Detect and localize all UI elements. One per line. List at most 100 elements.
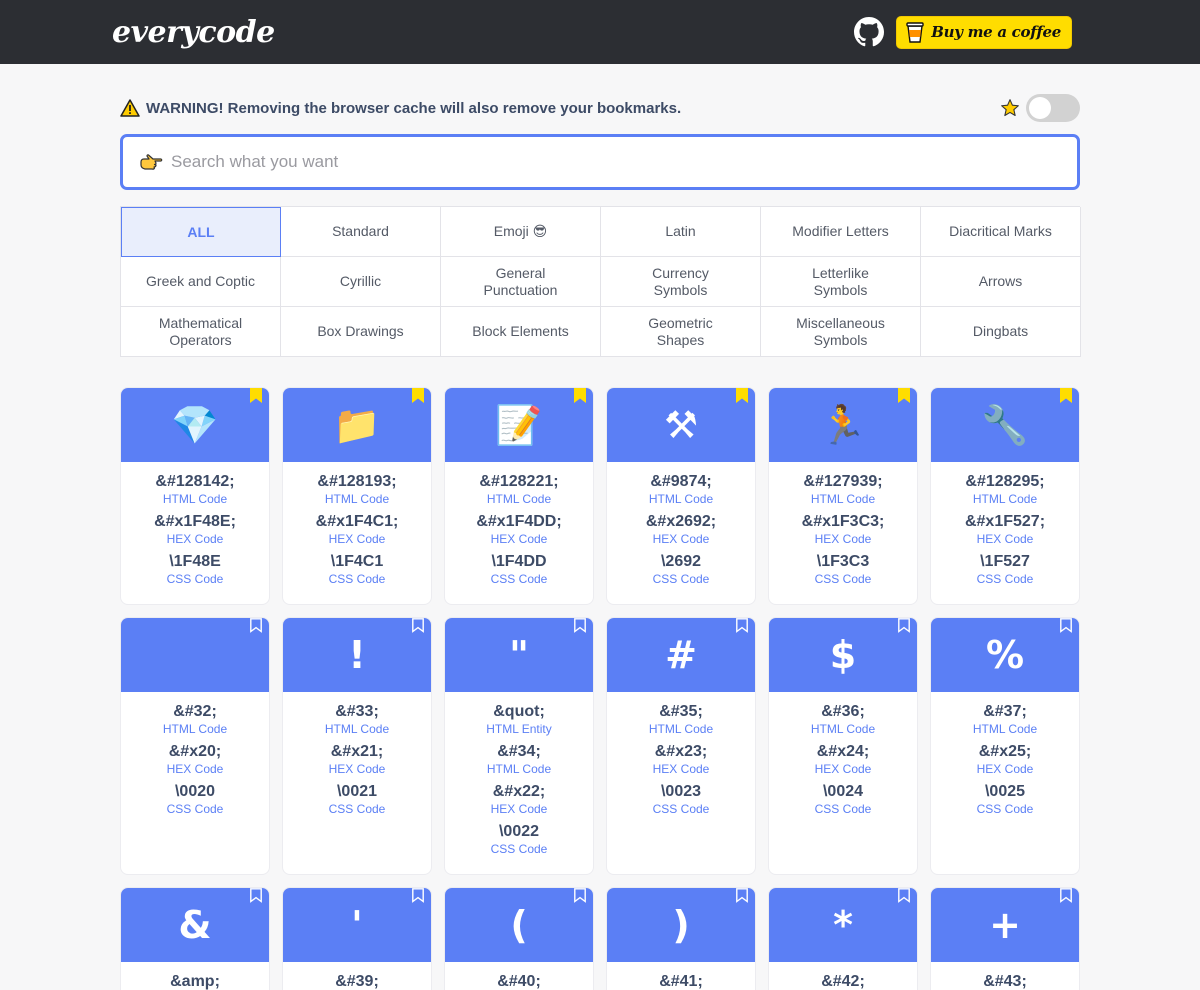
category-7[interactable]: Cyrillic	[281, 257, 441, 307]
code-value[interactable]: \0022	[449, 822, 589, 842]
category-11[interactable]: Arrows	[921, 257, 1081, 307]
code-value[interactable]: &amp;	[125, 972, 265, 990]
character-preview[interactable]: )	[607, 888, 755, 962]
code-value[interactable]: &quot;	[449, 702, 589, 722]
search-input[interactable]	[171, 152, 1051, 172]
code-value[interactable]: &#36;	[773, 702, 913, 722]
code-value[interactable]: &#9874;	[611, 472, 751, 492]
category-2[interactable]: Emoji 😎	[441, 207, 601, 257]
character-card[interactable]: 💎 &#128142; HTML Code &#x1F48E; HEX Code \1F4…	[120, 387, 270, 605]
code-value[interactable]: &#33;	[287, 702, 427, 722]
github-icon[interactable]	[854, 17, 885, 47]
code-value[interactable]: &#42;	[773, 972, 913, 990]
code-value[interactable]: \0023	[611, 782, 751, 802]
bookmark-icon[interactable]	[898, 618, 910, 633]
character-preview[interactable]: %	[931, 618, 1079, 692]
category-9[interactable]: Currency Symbols	[601, 257, 761, 307]
code-value[interactable]: &#128221;	[449, 472, 589, 492]
code-value[interactable]: &#128142;	[125, 472, 265, 492]
code-value[interactable]: &#40;	[449, 972, 589, 990]
code-value[interactable]: &#32;	[125, 702, 265, 722]
code-value[interactable]: &#43;	[935, 972, 1075, 990]
character-card[interactable]: (&#40;HTML Code	[444, 887, 594, 990]
bookmark-icon[interactable]	[412, 388, 424, 403]
bookmark-icon[interactable]	[1060, 618, 1072, 633]
buy-me-a-coffee-button[interactable]: Buy me a coffee	[896, 15, 1072, 49]
bookmark-icon[interactable]	[736, 388, 748, 403]
category-6[interactable]: Greek and Coptic	[121, 257, 281, 307]
bookmark-icon[interactable]	[736, 888, 748, 903]
character-card[interactable]: + &#43;HTML Code	[930, 887, 1080, 990]
code-value[interactable]: &#x24;	[773, 742, 913, 762]
code-value[interactable]: &#x20;	[125, 742, 265, 762]
code-value[interactable]: &#x1F3C3;	[773, 512, 913, 532]
bookmark-icon[interactable]	[574, 618, 586, 633]
character-preview[interactable]: 🏃	[769, 388, 917, 462]
character-preview[interactable]: "	[445, 618, 593, 692]
character-preview[interactable]: !	[283, 618, 431, 692]
code-value[interactable]: &#x22;	[449, 782, 589, 802]
character-card[interactable]: 🔧 &#128295; HTML Code &#x1F527; HEX Code \1F5…	[930, 387, 1080, 605]
category-16[interactable]: Miscellaneous Symbols	[761, 307, 921, 357]
logo[interactable]: everycode	[112, 15, 275, 50]
category-8[interactable]: General Punctuation	[441, 257, 601, 307]
bookmark-icon[interactable]	[898, 888, 910, 903]
character-preview[interactable]: ⚒	[607, 388, 755, 462]
character-preview[interactable]: 💎	[121, 388, 269, 462]
code-value[interactable]: &#37;	[935, 702, 1075, 722]
category-10[interactable]: Letterlike Symbols	[761, 257, 921, 307]
code-value[interactable]: &#x1F4DD;	[449, 512, 589, 532]
code-value[interactable]: &#39;	[287, 972, 427, 990]
character-card[interactable]: ) &#41;HTML Code	[606, 887, 756, 990]
bookmark-icon[interactable]	[250, 888, 262, 903]
category-3[interactable]: Latin	[601, 207, 761, 257]
code-value[interactable]: &#128193;	[287, 472, 427, 492]
character-preview[interactable]: $	[769, 618, 917, 692]
code-value[interactable]: \0025	[935, 782, 1075, 802]
code-value[interactable]: &#35;	[611, 702, 751, 722]
character-preview[interactable]: &	[121, 888, 269, 962]
bookmark-icon[interactable]	[1060, 888, 1072, 903]
character-card[interactable]: &#32; HTML Code &#x20; HEX Code \0020 CSS Cod…	[120, 617, 270, 875]
character-card[interactable]: 📝 &#128221; HTML Code &#x1F4DD; HEX Code \1F4…	[444, 387, 594, 605]
category-13[interactable]: Box Drawings	[281, 307, 441, 357]
star-icon[interactable]	[1000, 98, 1020, 118]
code-value[interactable]: &#127939;	[773, 472, 913, 492]
bookmarks-only-toggle[interactable]	[1026, 94, 1080, 122]
category-17[interactable]: Dingbats	[921, 307, 1081, 357]
character-card[interactable]: * &#42;HTML Code	[768, 887, 918, 990]
code-value[interactable]: &#128295;	[935, 472, 1075, 492]
category-0[interactable]: ALL	[121, 207, 281, 257]
category-15[interactable]: Geometric Shapes	[601, 307, 761, 357]
bookmark-icon[interactable]	[574, 388, 586, 403]
character-preview[interactable]: 📝	[445, 388, 593, 462]
character-preview[interactable]: +	[931, 888, 1079, 962]
character-preview[interactable]: '	[283, 888, 431, 962]
character-card[interactable]: 📁 &#128193; HTML Code &#x1F4C1; HEX Code \1F4…	[282, 387, 432, 605]
code-value[interactable]: &#41;	[611, 972, 751, 990]
category-1[interactable]: Standard	[281, 207, 441, 257]
code-value[interactable]: &#x23;	[611, 742, 751, 762]
code-value[interactable]: &#x1F527;	[935, 512, 1075, 532]
character-preview[interactable]: (	[445, 888, 593, 962]
code-value[interactable]: \1F3C3	[773, 552, 913, 572]
code-value[interactable]: \1F4DD	[449, 552, 589, 572]
character-card[interactable]: & &amp;HTML Entity	[120, 887, 270, 990]
code-value[interactable]: &#x1F48E;	[125, 512, 265, 532]
category-4[interactable]: Modifier Letters	[761, 207, 921, 257]
character-card[interactable]: ⚒ &#9874; HTML Code &#x2692; HEX Code \2692 CS…	[606, 387, 756, 605]
bookmark-icon[interactable]	[412, 618, 424, 633]
character-card[interactable]: 🏃 &#127939; HTML Code &#x1F3C3; HEX Code \1F3…	[768, 387, 918, 605]
bookmark-icon[interactable]	[250, 618, 262, 633]
code-value[interactable]: &#x1F4C1;	[287, 512, 427, 532]
code-value[interactable]: \1F4C1	[287, 552, 427, 572]
code-value[interactable]: &#x2692;	[611, 512, 751, 532]
code-value[interactable]: \2692	[611, 552, 751, 572]
category-12[interactable]: Mathematical Operators	[121, 307, 281, 357]
code-value[interactable]: \0021	[287, 782, 427, 802]
character-preview[interactable]: #	[607, 618, 755, 692]
character-card[interactable]: ' &#39;HTML Code	[282, 887, 432, 990]
category-5[interactable]: Diacritical Marks	[921, 207, 1081, 257]
character-preview[interactable]	[121, 618, 269, 692]
code-value[interactable]: \0020	[125, 782, 265, 802]
